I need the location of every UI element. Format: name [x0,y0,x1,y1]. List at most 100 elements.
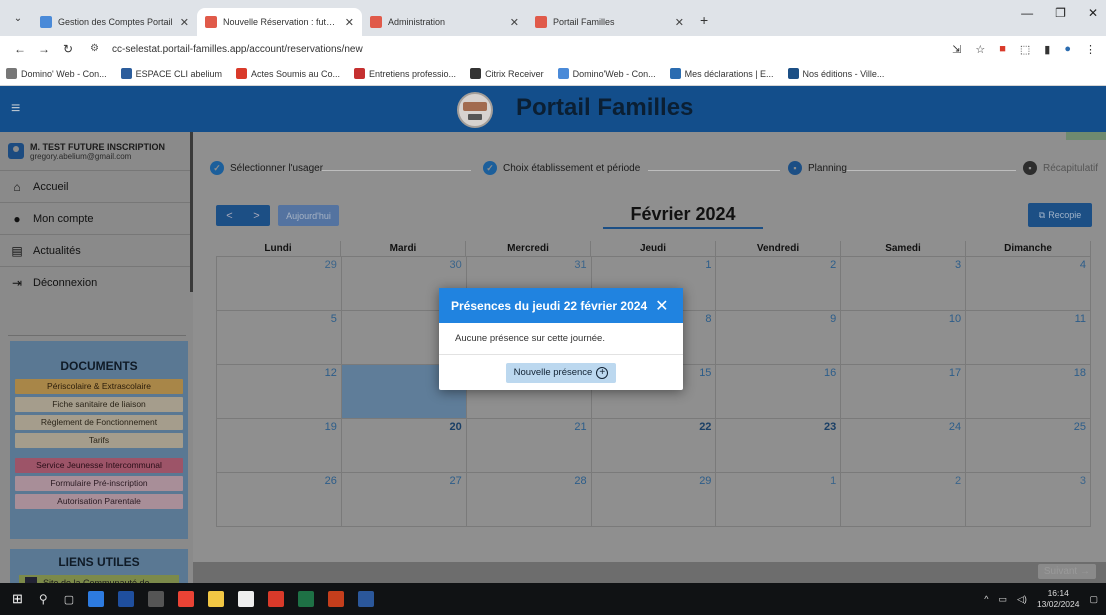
notifications-icon[interactable]: ▢ [1089,594,1098,605]
taskbar-app-icon[interactable] [178,591,195,607]
taskbar-app-icon[interactable] [88,591,105,607]
sidebar-item-news[interactable]: ▤ Actualités [0,234,193,266]
calendar-day[interactable]: 16 [716,365,842,418]
bookmark-item[interactable]: Nos éditions - Ville... [787,68,884,79]
browser-tab[interactable]: Gestion des Comptes Portail ✕ [32,8,197,36]
recopie-button[interactable]: ⧉ Recopie [1028,203,1092,227]
close-window-icon[interactable]: ✕ [1088,6,1098,20]
back-icon[interactable]: ← [10,42,30,56]
pdf-extension-icon[interactable]: ■ [999,43,1006,55]
new-tab-button[interactable]: + [700,12,708,28]
menu-toggle-icon[interactable]: ≡ [11,100,20,118]
tab-close-icon[interactable]: ✕ [180,16,189,29]
calendar-day[interactable]: 4 [966,257,1092,310]
calendar-day[interactable]: 2 [841,473,967,526]
volume-icon[interactable]: ◁) [1017,594,1027,605]
calendar-day[interactable]: 23 [716,419,842,472]
taskbar-app-icon[interactable] [298,591,315,607]
calendar-day[interactable]: 22 [592,419,717,472]
bookmark-item[interactable]: Entretiens professio... [354,68,456,79]
tab-search-dropdown-icon[interactable]: ⌄ [8,8,28,28]
restore-icon[interactable]: ❐ [1055,6,1066,20]
sidebar-item-label: Déconnexion [33,276,98,289]
document-link[interactable]: Autorisation Parentale [15,494,183,509]
forward-icon[interactable]: → [34,42,54,56]
taskbar-app-icon[interactable] [118,591,135,607]
task-view-icon[interactable]: ▢ [64,593,74,606]
tray-overflow-icon[interactable]: ^ [984,594,988,604]
extensions-icon[interactable]: ⬚ [1020,43,1030,56]
calendar-day[interactable]: 2 [716,257,842,310]
bookmark-item[interactable]: Domino' Web - Con... [6,68,107,79]
calendar-day[interactable]: 18 [966,365,1092,418]
browser-tab[interactable]: Portail Familles ✕ [527,8,692,36]
sidebar-item-account-circle[interactable]: ● Mon compte [0,202,193,234]
profile-icon[interactable]: ● [1064,43,1071,55]
previous-month-button[interactable]: < [226,210,232,222]
bookmark-item[interactable]: Domino'Web - Con... [557,68,656,79]
url-field[interactable]: ⚙ cc-selestat.portail-familles.app/accou… [82,39,942,59]
clock[interactable]: 16:14 13/02/2024 [1037,588,1080,610]
calendar-day[interactable]: 28 [467,473,592,526]
document-link[interactable]: Tarifs [15,433,183,448]
calendar-day[interactable]: 5 [216,311,342,364]
document-link[interactable]: Service Jeunesse Intercommunal [15,458,183,473]
day-number: 29 [699,475,712,487]
bookmark-item[interactable]: Actes Soumis au Co... [235,68,340,79]
calendar-day[interactable]: 19 [216,419,342,472]
bookmark-star-icon[interactable]: ☆ [975,43,985,56]
calendar-day[interactable]: 3 [841,257,967,310]
taskbar-app-icon[interactable] [208,591,225,607]
document-link[interactable]: Fiche sanitaire de liaison [15,397,183,412]
taskbar-app-icon[interactable] [358,591,375,607]
user-profile[interactable]: M. TEST FUTURE INSCRIPTION gregory.abeli… [0,132,193,170]
tab-close-icon[interactable]: ✕ [345,16,354,29]
close-icon[interactable]: ✕ [655,296,668,316]
calendar-day[interactable]: 9 [716,311,842,364]
calendar-day[interactable]: 1 [716,473,842,526]
taskbar-app-icon[interactable] [328,591,345,607]
bookmark-item[interactable]: Citrix Receiver [470,68,544,79]
bookmark-item[interactable]: Mes déclarations | E... [669,68,774,79]
minimize-icon[interactable]: — [1021,6,1033,20]
calendar-day[interactable]: 17 [841,365,967,418]
next-step-button[interactable]: Suivant → [1037,564,1096,579]
today-button[interactable]: Aujourd'hui [278,205,339,226]
calendar-day[interactable]: 11 [966,311,1092,364]
tab-close-icon[interactable]: ✕ [675,16,684,29]
document-link[interactable]: Formulaire Pré-inscription [15,476,183,491]
calendar-day[interactable]: 24 [841,419,967,472]
calendar-day[interactable]: 25 [966,419,1092,472]
next-month-button[interactable]: > [253,210,259,222]
document-link[interactable]: Périscolaire & Extrascolaire [15,379,183,394]
taskbar-app-icon[interactable] [238,591,255,607]
browser-tab[interactable]: Administration ✕ [362,8,527,36]
side-panel-icon[interactable]: ▮ [1044,43,1050,56]
browser-menu-icon[interactable]: ⋮ [1085,43,1096,56]
windows-start-icon[interactable]: ⊞ [12,591,23,607]
bookmark-item[interactable]: ESPACE CLI abelium [120,68,222,79]
reload-icon[interactable]: ↻ [58,42,78,56]
taskbar-app-icon[interactable] [268,591,285,607]
network-icon[interactable]: ▭ [999,594,1008,605]
calendar-day[interactable]: 3 [966,473,1092,526]
calendar-day[interactable]: 27 [342,473,467,526]
calendar-day[interactable]: 12 [216,365,342,418]
install-app-icon[interactable]: ⇲ [952,43,961,56]
document-link[interactable]: Règlement de Fonctionnement [15,415,183,430]
site-settings-icon[interactable]: ⚙ [90,43,104,55]
calendar-day[interactable]: 10 [841,311,967,364]
tab-close-icon[interactable]: ✕ [510,16,519,29]
calendar-day[interactable]: 29 [216,257,342,310]
search-icon[interactable]: ⚲ [39,592,48,606]
sidebar-item-home[interactable]: ⌂ Accueil [0,170,193,202]
sidebar-item-logout[interactable]: ⇥ Déconnexion [0,266,193,298]
calendar-day[interactable]: 21 [467,419,592,472]
calendar-day[interactable]: 20 [342,419,467,472]
new-presence-button[interactable]: Nouvelle présence + [505,362,617,383]
calendar-day[interactable]: 29 [592,473,717,526]
day-number: 4 [1079,259,1087,271]
browser-tab[interactable]: Nouvelle Réservation : future in ✕ [197,8,362,36]
taskbar-app-icon[interactable] [148,591,165,607]
calendar-day[interactable]: 26 [216,473,342,526]
